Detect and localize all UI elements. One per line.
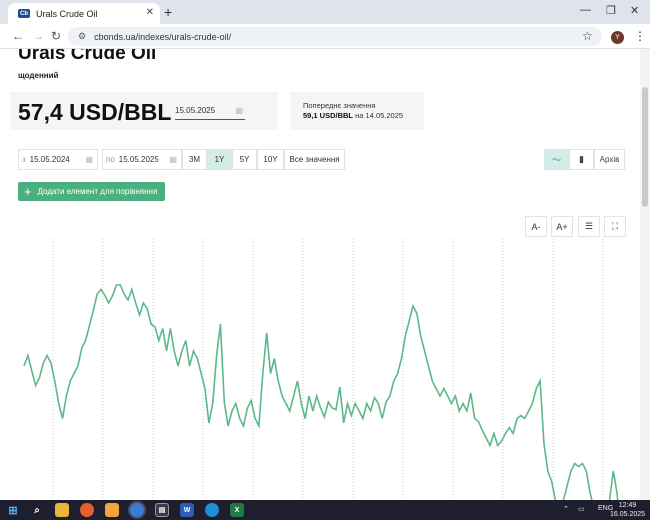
browser-menu-icon[interactable]: ⋮ <box>634 29 646 43</box>
to-label: по <box>106 155 115 164</box>
calendar-icon[interactable]: ▦ <box>235 106 243 115</box>
edge-icon[interactable] <box>205 503 219 517</box>
new-tab-icon[interactable]: + <box>164 4 172 20</box>
taskbar: ⊞ ⌕ ▤ W X ⌃ ▭ ENG 12:49 16.05.2025 <box>0 500 650 520</box>
plus-icon: + <box>24 183 32 199</box>
window-close-icon[interactable]: ✕ <box>630 4 639 17</box>
current-price-card: 57,4 USD/BBL 15.05.2025 ▦ <box>10 92 278 130</box>
price-date-value: 15.05.2025 <box>175 106 216 115</box>
scrollbar-thumb[interactable] <box>642 87 648 207</box>
archive-button[interactable]: Архів <box>594 149 625 170</box>
site-favicon-icon: Cb <box>18 9 30 18</box>
to-date-input[interactable]: по 15.05.2025 ▦ <box>102 149 182 170</box>
browser-tab-strip: Cb Urals Crude Oil ✕ + — ❐ ✕ <box>0 0 650 24</box>
price-line-chart[interactable] <box>0 209 640 500</box>
previous-value-card: Попереднє значення 59,1 USD/BBL на 14.05… <box>290 92 424 130</box>
forward-icon[interactable]: → <box>32 29 44 43</box>
period-button-5y[interactable]: 5Y <box>232 149 257 170</box>
from-label: з <box>22 155 26 164</box>
restore-icon[interactable]: ❐ <box>606 4 616 17</box>
system-clock[interactable]: 12:49 16.05.2025 <box>610 501 645 519</box>
tray-overflow-icon[interactable]: ⌃ <box>563 505 569 513</box>
page-content: Urals Crude Oil щоденний 57,4 USD/BBL 15… <box>0 49 650 500</box>
previous-value: 59,1 USD/BBL <box>303 111 354 120</box>
search-icon[interactable]: ⌕ <box>30 503 44 517</box>
bar-chart-icon[interactable]: ▮ <box>569 149 594 170</box>
date-range-filter: з 15.05.2024 ▦ по 15.05.2025 ▦ <box>18 149 186 170</box>
calendar-icon[interactable]: ▦ <box>85 155 93 164</box>
chart-grid <box>52 239 604 500</box>
address-bar: ← → ↻ ⚙ cbonds.ua/indexes/urals-crude-oi… <box>0 24 650 49</box>
site-info-icon[interactable]: ⚙ <box>78 31 86 42</box>
windows-start-icon[interactable]: ⊞ <box>6 503 20 517</box>
tab-title: Urals Crude Oil <box>36 8 98 19</box>
line-chart-icon[interactable]: 〜 <box>544 149 569 170</box>
period-button-all[interactable]: Все значення <box>284 149 345 170</box>
firefox-icon[interactable] <box>80 503 94 517</box>
previous-value-line: 59,1 USD/BBL на 14.05.2025 <box>303 111 424 121</box>
to-date-value: 15.05.2025 <box>118 155 159 164</box>
chrome-icon[interactable] <box>130 503 144 517</box>
price-series-line <box>23 284 619 500</box>
period-button-1y[interactable]: 1Y <box>207 149 232 170</box>
url-input[interactable]: ⚙ cbonds.ua/indexes/urals-crude-oil/ <box>68 27 602 46</box>
clock-time: 12:49 <box>618 502 637 509</box>
from-date-value: 15.05.2024 <box>29 155 70 164</box>
period-button-10y[interactable]: 10Y <box>257 149 284 170</box>
browser-tab[interactable]: Cb Urals Crude Oil ✕ <box>8 3 160 24</box>
previous-on-label: на <box>355 111 364 120</box>
previous-value-label: Попереднє значення <box>303 101 376 110</box>
add-comparison-label: Додати елемент для порівняння <box>37 187 158 196</box>
calculator-icon[interactable]: ▤ <box>155 503 169 517</box>
current-price: 57,4 USD/BBL <box>18 99 172 125</box>
word-icon[interactable]: W <box>180 503 194 517</box>
page-scrollbar[interactable] <box>640 49 650 500</box>
url-text: cbonds.ua/indexes/urals-crude-oil/ <box>94 31 232 42</box>
add-comparison-button[interactable]: + Додати елемент для порівняння <box>18 182 165 201</box>
minimize-icon[interactable]: — <box>580 4 591 16</box>
previous-date: 14.05.2025 <box>365 111 404 120</box>
back-icon[interactable]: ← <box>12 29 24 43</box>
page-title: Urals Crude Oil <box>18 49 157 64</box>
from-date-input[interactable]: з 15.05.2024 ▦ <box>18 149 98 170</box>
frequency-label: щоденний <box>18 71 59 80</box>
price-date-field[interactable]: 15.05.2025 ▦ <box>175 106 245 120</box>
network-icon[interactable]: ▭ <box>578 505 585 513</box>
calendar-icon[interactable]: ▦ <box>169 155 177 164</box>
folder-app-icon[interactable] <box>105 503 119 517</box>
bookmark-star-icon[interactable]: ☆ <box>582 29 593 43</box>
reload-icon[interactable]: ↻ <box>51 29 61 43</box>
clock-date: 16.05.2025 <box>610 511 646 518</box>
period-button-3m[interactable]: 3M <box>182 149 207 170</box>
close-tab-icon[interactable]: ✕ <box>146 7 154 18</box>
profile-avatar[interactable]: Y <box>611 31 624 44</box>
file-explorer-icon[interactable] <box>55 503 69 517</box>
chart-type-switch: 〜 ▮ Архів <box>544 149 625 170</box>
excel-icon[interactable]: X <box>230 503 244 517</box>
